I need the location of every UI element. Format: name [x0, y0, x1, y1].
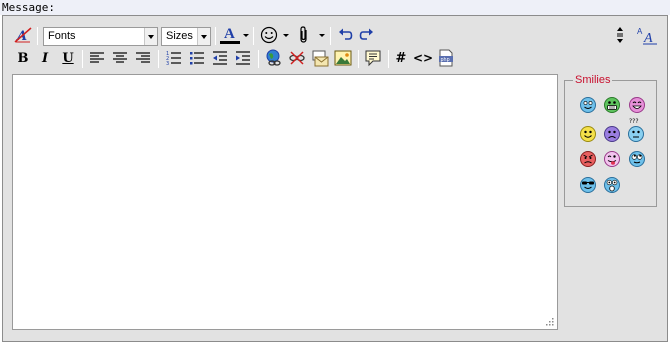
text-color-button[interactable]: A: [218, 25, 242, 45]
smiley-grin-icon[interactable]: [603, 96, 621, 114]
align-right-icon[interactable]: [133, 48, 153, 68]
editor-panel: A Fonts Sizes A: [2, 15, 668, 342]
align-center-icon[interactable]: [110, 48, 130, 68]
size-select[interactable]: Sizes: [161, 27, 211, 46]
php-code-icon[interactable]: php: [436, 48, 456, 68]
smiley-sad-icon[interactable]: [603, 125, 621, 143]
smiley-mad-icon[interactable]: [579, 150, 597, 168]
resize-grip-icon[interactable]: [546, 318, 554, 326]
insert-image-icon[interactable]: [333, 48, 353, 68]
smiley-tongue-icon[interactable]: [603, 150, 621, 168]
font-select-value: Fonts: [48, 30, 76, 42]
indent-icon[interactable]: [233, 48, 253, 68]
message-textarea[interactable]: [12, 74, 558, 330]
smilies-title: Smilies: [573, 73, 613, 87]
font-size-toggle-icon[interactable]: A A: [635, 25, 659, 45]
hash-button[interactable]: #: [391, 48, 411, 68]
resize-editor-icon[interactable]: [613, 25, 627, 45]
bold-button[interactable]: B: [13, 48, 33, 68]
confused-question-marks: ???: [629, 118, 639, 125]
quote-icon[interactable]: [363, 48, 383, 68]
ordered-list-icon[interactable]: 123: [164, 48, 184, 68]
chevron-down-icon: [144, 28, 157, 45]
attachment-dropdown-icon[interactable]: [319, 34, 325, 37]
message-label: Message:: [0, 0, 670, 15]
chevron-down-icon: [197, 28, 210, 45]
attachment-icon[interactable]: [294, 25, 314, 45]
underline-button[interactable]: U: [58, 48, 78, 68]
remove-link-icon[interactable]: [287, 48, 307, 68]
smiley-shocked-icon[interactable]: [603, 176, 621, 194]
undo-icon[interactable]: [335, 25, 355, 45]
text-color-dropdown-icon[interactable]: [243, 34, 249, 37]
italic-button[interactable]: I: [35, 48, 55, 68]
font-select[interactable]: Fonts: [43, 27, 158, 46]
emoticon-dropdown-icon[interactable]: [283, 34, 289, 37]
font-size-small-letter: A: [637, 27, 643, 36]
insert-link-icon[interactable]: [264, 48, 284, 68]
align-left-icon[interactable]: [87, 48, 107, 68]
smilies-panel: Smilies ???: [564, 73, 657, 207]
font-size-large-letter: A: [643, 31, 653, 45]
smiley-happy-icon[interactable]: [579, 125, 597, 143]
php-label: php: [441, 57, 450, 63]
size-select-value: Sizes: [166, 30, 193, 42]
smiley-roll-eyes-icon[interactable]: [628, 150, 646, 168]
remove-format-icon[interactable]: A: [13, 25, 33, 45]
emoticon-icon[interactable]: [259, 25, 279, 45]
smiley-cool-icon[interactable]: [579, 176, 597, 194]
redo-icon[interactable]: [357, 25, 377, 45]
unordered-list-icon[interactable]: [187, 48, 207, 68]
svg-text:3: 3: [166, 61, 169, 66]
outdent-icon[interactable]: [210, 48, 230, 68]
smiley-laugh-icon[interactable]: [628, 96, 646, 114]
smiley-smile-icon[interactable]: [579, 96, 597, 114]
email-icon[interactable]: [310, 48, 330, 68]
code-button[interactable]: <>: [413, 48, 433, 68]
smiley-confused-icon[interactable]: ???: [627, 117, 645, 143]
text-color-letter: A: [224, 26, 235, 42]
